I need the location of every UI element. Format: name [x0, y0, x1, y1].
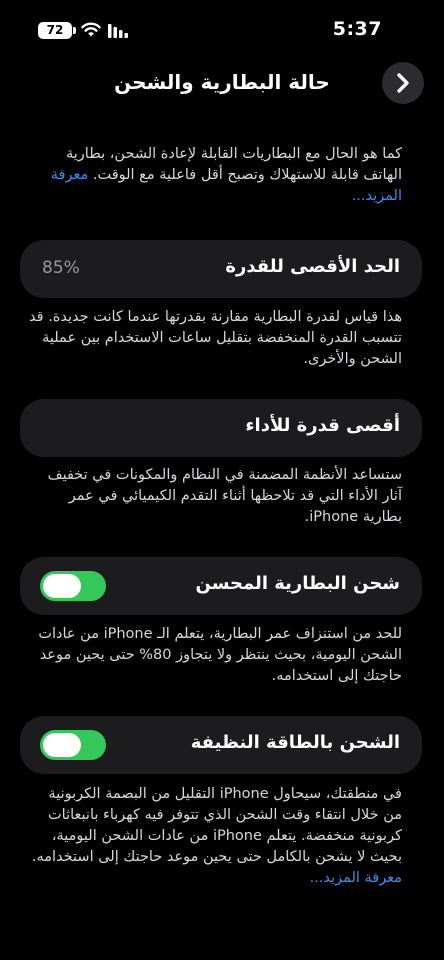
- peak-performance-label: أقصى قدرة للأداء: [245, 415, 400, 436]
- clean-energy-charging-description: في منطقتك، سيحاول iPhone التقليل من البص…: [26, 784, 402, 889]
- toggle-knob: [43, 733, 81, 757]
- battery-icon: 72: [38, 22, 72, 39]
- learn-more-link[interactable]: معرفة المزيد...: [310, 870, 402, 886]
- optimized-charging-label: شحن البطارية المحسن: [195, 573, 401, 594]
- back-button[interactable]: [382, 62, 424, 104]
- maximum-capacity-description: هذا قياس لقدرة البطارية مقارنة بقدرتها ع…: [29, 309, 402, 367]
- battery-tip: [73, 27, 76, 34]
- intro-body: كما هو الحال مع البطاريات القابلة لإعادة…: [65, 146, 402, 183]
- status-bar: 72 5:37: [0, 0, 444, 62]
- status-time: 5:37: [332, 18, 382, 40]
- optimized-charging-toggle[interactable]: [40, 571, 106, 601]
- intro-text: كما هو الحال مع البطاريات القابلة لإعادة…: [26, 144, 402, 207]
- wifi-icon: [81, 22, 101, 37]
- peak-performance-description: ستساعد الأنظمة المضمنة في النظام والمكون…: [47, 467, 402, 525]
- clean-energy-body: في منطقتك، سيحاول iPhone التقليل من البص…: [31, 786, 402, 865]
- page-title: حالة البطارية والشحن: [114, 70, 330, 94]
- maximum-capacity-label: الحد الأقصى للقدرة: [225, 256, 400, 277]
- peak-performance-row: أقصى قدرة للأداء: [20, 399, 422, 457]
- optimized-charging-description: للحد من استنزاف عمر البطارية، يتعلم الـ …: [38, 626, 402, 684]
- optimized-charging-row: شحن البطارية المحسن: [20, 557, 422, 615]
- toggle-knob: [43, 574, 81, 598]
- clean-energy-charging-toggle[interactable]: [40, 730, 106, 760]
- chevron-right-icon: [397, 73, 409, 93]
- clean-energy-charging-label: الشحن بالطاقة النظيفة: [190, 732, 400, 753]
- battery-percent: 72: [46, 23, 64, 37]
- maximum-capacity-row: الحد الأقصى للقدرة 85%: [20, 240, 422, 298]
- maximum-capacity-value: 85%: [42, 258, 80, 278]
- cellular-signal-icon: [108, 24, 128, 38]
- clean-energy-charging-row: الشحن بالطاقة النظيفة: [20, 716, 422, 774]
